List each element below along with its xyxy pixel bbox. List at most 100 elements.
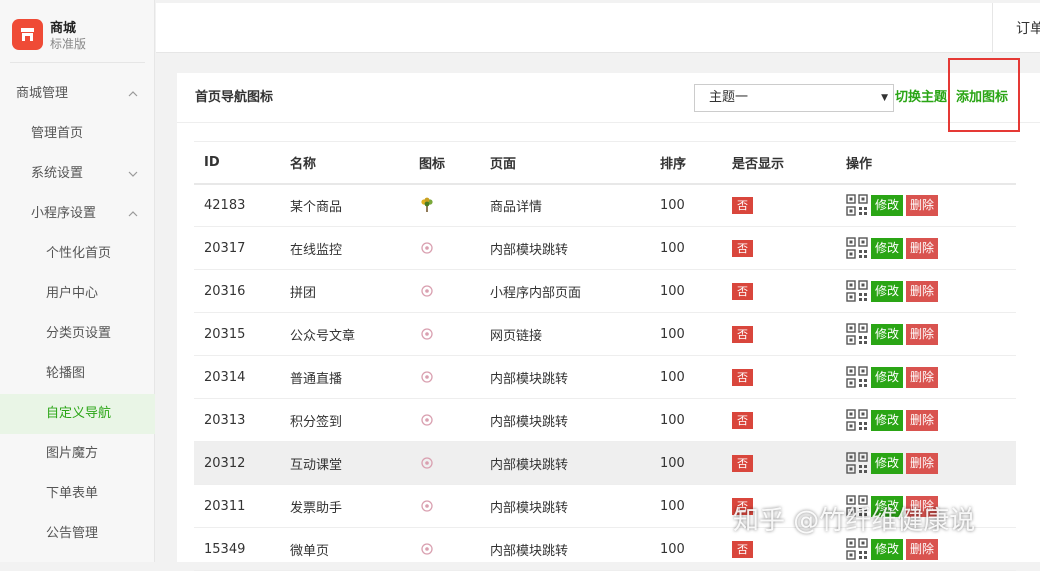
delete-button[interactable]: 删除 [906,280,939,302]
sidebar-item-custom-nav[interactable]: 自定义导航 [0,394,155,434]
column-header-actions: 操作 [846,141,1016,185]
table-header-row: ID 名称 图标 页面 排序 是否显示 操作 [194,141,1016,185]
show-status-badge[interactable]: 否 [732,325,753,343]
qrcode-icon[interactable] [846,323,868,345]
brand: 商城 标准版 [10,15,145,63]
cell-id: 20316 [194,269,290,313]
chevron-up-icon [128,91,138,97]
cell-sort: 100 [660,183,732,227]
column-header-name: 名称 [290,141,419,185]
cell-id: 20314 [194,355,290,399]
edit-button[interactable]: 修改 [871,538,904,560]
cell-id: 20315 [194,312,290,356]
sidebar-item-label: 管理首页 [31,126,84,141]
qrcode-icon[interactable] [846,452,868,474]
theme-select[interactable]: 主题一 ▼ [694,84,894,112]
sidebar-item-management-home[interactable]: 管理首页 [0,114,155,154]
sidebar-item-label: 公告管理 [46,526,99,541]
cell-id: 20313 [194,398,290,442]
cell-page: 内部模块跳转 [490,226,660,270]
top-nav-orders[interactable]: 订单 [1016,18,1040,38]
monitor-icon [421,242,433,254]
cell-name: 拼团 [290,269,419,313]
panel-title: 首页导航图标 [195,90,274,105]
qrcode-icon[interactable] [846,280,868,302]
article-icon [421,328,433,340]
cell-name: 普通直播 [290,355,419,399]
switch-theme-link[interactable]: 切换主题 [895,86,947,105]
sidebar-item-label: 系统设置 [31,166,84,181]
cell-page: 内部模块跳转 [490,527,660,571]
qrcode-icon[interactable] [846,237,868,259]
cell-name: 公众号文章 [290,312,419,356]
cell-id: 42183 [194,183,290,227]
plant-icon [421,197,433,213]
delete-button[interactable]: 删除 [906,409,939,431]
sidebar-item-miniprogram-settings[interactable]: 小程序设置 [0,194,155,234]
cell-id: 15349 [194,527,290,571]
cell-id: 20311 [194,484,290,528]
theme-select-value: 主题一 [709,90,749,105]
edit-button[interactable]: 修改 [871,237,904,259]
show-status-badge[interactable]: 否 [732,540,753,558]
sidebar-item-category-page[interactable]: 分类页设置 [0,314,155,354]
column-header-show: 是否显示 [732,141,846,185]
sidebar-item-label: 小程序设置 [31,206,97,221]
sidebar-item-label: 分类页设置 [46,326,112,341]
sidebar-item-label: 商城管理 [16,86,69,101]
table-row: 20312 互动课堂 内部模块跳转 100 否 修改 删除 [194,441,1016,485]
sidebar-item-user-center[interactable]: 用户中心 [0,274,155,314]
cell-sort: 100 [660,398,732,442]
chevron-up-icon [128,211,138,217]
sidebar-item-mall-management[interactable]: 商城管理 [0,74,155,114]
cell-sort: 100 [660,312,732,356]
watermark: 知乎 @竹纤维健康说 [733,506,976,536]
sidebar-item-label: 图片魔方 [46,446,99,461]
sidebar-item-image-cube[interactable]: 图片魔方 [0,434,155,474]
top-bar: 订单 [156,3,1040,53]
delete-button[interactable]: 删除 [906,366,939,388]
delete-button[interactable]: 删除 [906,323,939,345]
brand-title: 商城 [50,21,77,36]
sidebar-item-carousel[interactable]: 轮播图 [0,354,155,394]
delete-button[interactable]: 删除 [906,538,939,560]
qrcode-icon[interactable] [846,194,868,216]
edit-button[interactable]: 修改 [871,280,904,302]
qrcode-icon[interactable] [846,366,868,388]
delete-button[interactable]: 删除 [906,452,939,474]
delete-button[interactable]: 删除 [906,237,939,259]
cell-page: 小程序内部页面 [490,269,660,313]
show-status-badge[interactable]: 否 [732,368,753,386]
table-row: 20315 公众号文章 网页链接 100 否 修改 删除 [194,312,1016,356]
cell-name: 微单页 [290,527,419,571]
edit-button[interactable]: 修改 [871,323,904,345]
qrcode-icon[interactable] [846,538,868,560]
sidebar-item-label: 轮播图 [46,366,86,381]
sidebar-item-order-form[interactable]: 下单表单 [0,474,155,514]
highlight-box [948,58,1020,132]
edit-button[interactable]: 修改 [871,409,904,431]
show-status-badge[interactable]: 否 [732,196,753,214]
page-icon [421,543,433,555]
show-status-badge[interactable]: 否 [732,239,753,257]
sidebar-item-announcements[interactable]: 公告管理 [0,514,155,554]
sidebar-item-system-settings[interactable]: 系统设置 [0,154,155,194]
show-status-badge[interactable]: 否 [732,282,753,300]
table-row: 20317 在线监控 内部模块跳转 100 否 修改 删除 [194,226,1016,270]
sidebar-item-personalized-home[interactable]: 个性化首页 [0,234,155,274]
edit-button[interactable]: 修改 [871,452,904,474]
qrcode-icon[interactable] [846,409,868,431]
cell-id: 20312 [194,441,290,485]
panel-header: 首页导航图标 主题一 ▼ 切换主题 添加图标 [177,73,1040,123]
live-icon [421,371,433,383]
column-header-id: ID [194,141,290,185]
table-row: 20313 积分签到 内部模块跳转 100 否 修改 删除 [194,398,1016,442]
delete-button[interactable]: 删除 [906,194,939,216]
show-status-badge[interactable]: 否 [732,411,753,429]
cell-page: 商品详情 [490,183,660,227]
edit-button[interactable]: 修改 [871,194,904,216]
edit-button[interactable]: 修改 [871,366,904,388]
show-status-badge[interactable]: 否 [732,454,753,472]
column-header-icon: 图标 [419,141,490,185]
cell-sort: 100 [660,355,732,399]
